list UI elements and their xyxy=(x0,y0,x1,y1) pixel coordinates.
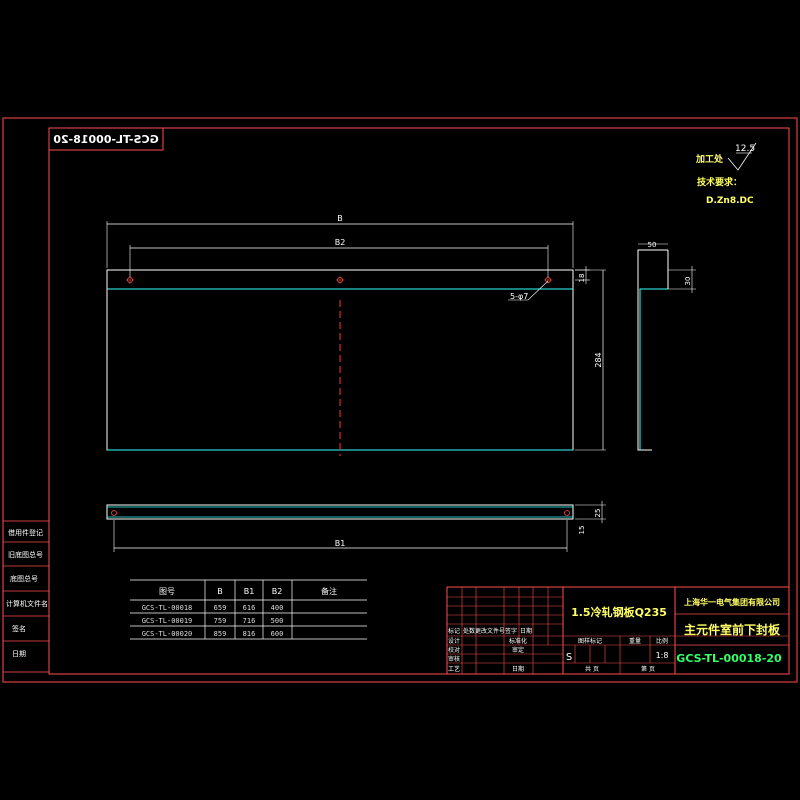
table-cell: GCS-TL-00020 xyxy=(142,630,193,638)
table-cell: 716 xyxy=(243,617,256,625)
weight-label: 重量 xyxy=(629,637,641,645)
row-label: 标记 xyxy=(448,627,460,635)
side-label: 日期 xyxy=(12,650,26,658)
mid-label: 标准化 xyxy=(509,637,527,645)
side-margin-table: 借用件登记 旧底图总号 底图总号 计算机文件名 签名 日期 xyxy=(2,520,50,673)
table-cell: 859 xyxy=(214,630,227,638)
tech-req-value: D.Zn8.DC xyxy=(706,196,754,206)
col-label: 处数 xyxy=(463,627,475,635)
table-header: B2 xyxy=(272,587,283,596)
sheet-total: 共 页 xyxy=(585,665,599,673)
bottom-view: B1 25 15 xyxy=(106,501,606,552)
table-header: B xyxy=(217,587,223,596)
slot-hole xyxy=(564,510,570,516)
dim-b2: B2 xyxy=(335,238,346,247)
side-profile xyxy=(637,249,668,451)
side-label: 计算机文件名 xyxy=(6,599,48,608)
col-label: 更改文件号 xyxy=(475,627,505,635)
roughness-value: 12.5 xyxy=(735,144,755,154)
front-view: B B2 18 284 5-φ7 xyxy=(106,214,606,456)
dim-b1: B1 xyxy=(335,539,346,548)
dim-25: 25 xyxy=(594,509,602,518)
table-cell: 616 xyxy=(243,604,256,612)
mount-hole xyxy=(336,276,344,284)
row-label: 审核 xyxy=(448,655,460,663)
variant-table: 图号 B B1 B2 备注 GCS-TL-00018 659 616 400 G… xyxy=(130,579,367,640)
mount-hole xyxy=(544,276,552,284)
row-label: 设计 xyxy=(448,637,460,645)
tech-req-label: 技术要求： xyxy=(697,176,742,188)
table-cell: GCS-TL-00018 xyxy=(142,604,193,612)
table-cell: 816 xyxy=(243,630,256,638)
hole-spec: 5-φ7 xyxy=(510,292,528,301)
material: 1.5冷轧钢板Q235 xyxy=(571,605,667,619)
part-name: 主元件室前下封板 xyxy=(684,622,781,637)
table-header: 备注 xyxy=(321,586,337,596)
scale-label: 比例 xyxy=(656,637,668,645)
table-cell: 400 xyxy=(271,604,284,612)
stage-value: S xyxy=(566,652,572,663)
dim-50: 50 xyxy=(648,241,657,249)
outer-border xyxy=(2,117,798,683)
table-header: B1 xyxy=(244,587,255,596)
dim-15: 15 xyxy=(578,526,586,535)
col-label: 签字 xyxy=(505,627,517,635)
mid-label: 日期 xyxy=(512,665,524,673)
row-label: 校对 xyxy=(448,646,460,654)
side-label: 底图总号 xyxy=(10,574,38,583)
row-label: 工艺 xyxy=(448,665,460,673)
side-label: 签名 xyxy=(12,624,26,633)
dim-284: 284 xyxy=(594,352,603,367)
side-label: 借用件登记 xyxy=(8,528,43,537)
mirrored-drawing-code: GCS-TL-00018-20 xyxy=(53,133,159,146)
dim-30: 30 xyxy=(684,277,692,286)
cad-drawing: GCS-TL-00018-20 加工处 12.5 技术要求： D.Zn8.DC xyxy=(2,117,798,683)
table-header: 图号 xyxy=(159,587,175,596)
stage-label: 图样标记 xyxy=(578,637,602,645)
col-label: 日期 xyxy=(520,627,532,635)
table-cell: GCS-TL-00019 xyxy=(142,617,193,625)
dim-b: B xyxy=(337,214,343,223)
table-cell: 600 xyxy=(271,630,284,638)
dim-18: 18 xyxy=(578,274,586,283)
company-name: 上海华一电气集团有限公司 xyxy=(684,597,780,607)
title-block: 1.5冷轧钢板Q235 上海华一电气集团有限公司 主元件室前下封板 GCS-TL… xyxy=(446,586,790,675)
mid-label: 审定 xyxy=(512,646,524,654)
drawing-number: GCS-TL-00018-20 xyxy=(676,652,782,665)
process-label: 加工处 xyxy=(695,153,724,165)
side-view: 50 30 xyxy=(637,241,696,451)
slot-hole xyxy=(111,510,117,516)
side-label: 旧底图总号 xyxy=(8,550,43,559)
sheet-number: 第 页 xyxy=(641,665,655,673)
mount-hole xyxy=(126,276,134,284)
table-cell: 659 xyxy=(214,604,227,612)
scale-value: 1:8 xyxy=(656,651,669,660)
table-cell: 759 xyxy=(214,617,227,625)
table-cell: 500 xyxy=(271,617,284,625)
